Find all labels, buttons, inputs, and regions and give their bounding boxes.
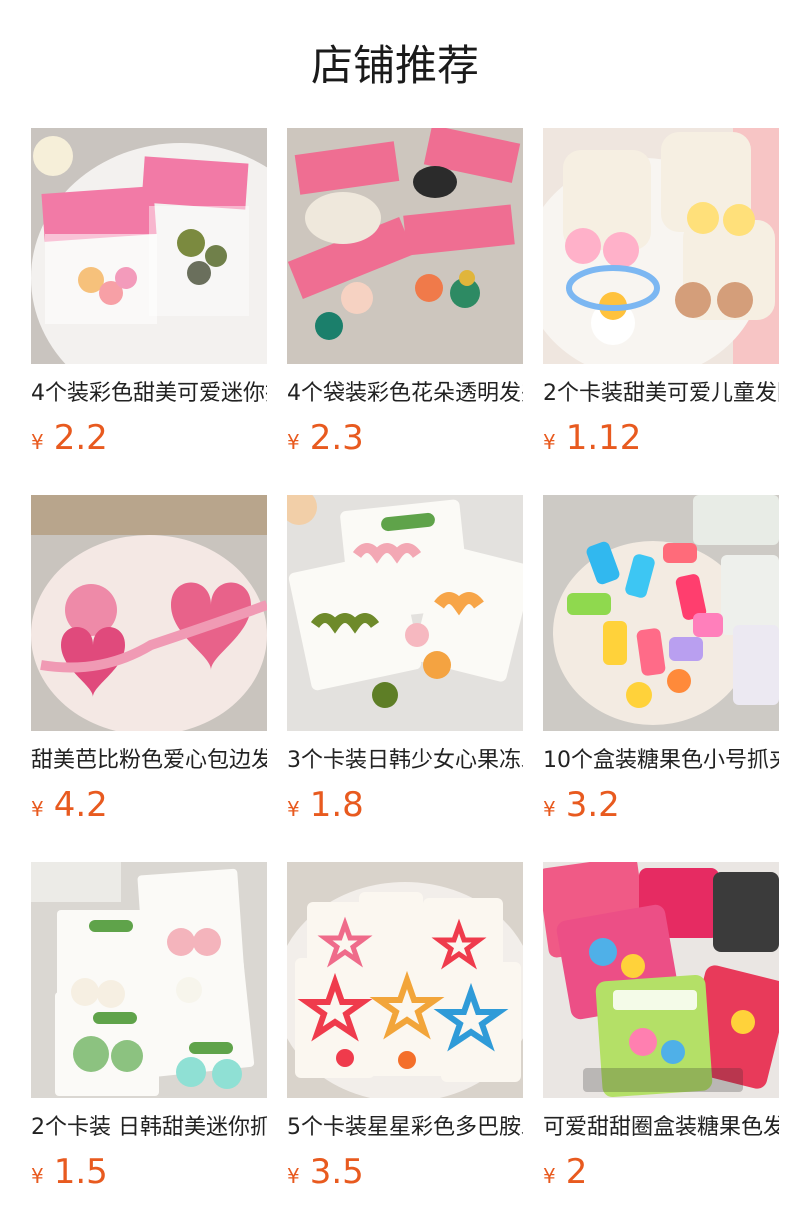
currency-symbol: ¥ xyxy=(31,1164,44,1188)
product-price: ¥3.5 xyxy=(287,1150,523,1194)
product-price: ¥3.2 xyxy=(543,783,779,827)
product-name[interactable]: 5个卡装星星彩色多巴胺发夹 xyxy=(287,1112,523,1144)
product-image[interactable] xyxy=(31,862,267,1098)
product-name[interactable]: 3个卡装日韩少女心果冻发夹 xyxy=(287,745,523,777)
product-card[interactable]: 3个卡装日韩少女心果冻发夹 ¥1.8 xyxy=(287,495,523,862)
product-card[interactable]: 可爱甜甜圈盒装糖果色发圈 ¥2 xyxy=(543,862,779,1229)
product-name[interactable]: 2个卡装 日韩甜美迷你抓夹 xyxy=(31,1112,267,1144)
product-card[interactable]: 5个卡装星星彩色多巴胺发夹 ¥3.5 xyxy=(287,862,523,1229)
product-image[interactable] xyxy=(543,128,779,364)
currency-symbol: ¥ xyxy=(543,1164,556,1188)
product-image[interactable] xyxy=(287,862,523,1098)
product-name[interactable]: 10个盒装糖果色小号抓夹 xyxy=(543,745,779,777)
product-price: ¥1.5 xyxy=(31,1150,267,1194)
product-price: ¥1.8 xyxy=(287,783,523,827)
price-value: 2.2 xyxy=(53,418,108,458)
price-value: 1.5 xyxy=(53,1152,108,1192)
product-price: ¥2.3 xyxy=(287,416,523,460)
product-name[interactable]: 可爱甜甜圈盒装糖果色发圈 xyxy=(543,1112,779,1144)
product-price: ¥2 xyxy=(543,1150,779,1194)
product-card[interactable]: 4个装彩色甜美可爱迷你抓夹 ¥2.2 xyxy=(31,128,267,495)
product-image[interactable] xyxy=(31,128,267,364)
price-value: 3.2 xyxy=(565,785,620,825)
product-card[interactable]: 4个袋装彩色花朵透明发夹 ¥2.3 xyxy=(287,128,523,495)
product-name[interactable]: 甜美芭比粉色爱心包边发绳 xyxy=(31,745,267,777)
product-image[interactable] xyxy=(543,495,779,731)
currency-symbol: ¥ xyxy=(31,797,44,821)
product-price: ¥1.12 xyxy=(543,416,779,460)
product-image[interactable] xyxy=(287,495,523,731)
product-image[interactable] xyxy=(543,862,779,1098)
product-price: ¥2.2 xyxy=(31,416,267,460)
product-image[interactable] xyxy=(287,128,523,364)
product-image[interactable] xyxy=(31,495,267,731)
page-title: 店铺推荐 xyxy=(310,41,479,90)
price-value: 2.3 xyxy=(309,418,364,458)
product-price: ¥4.2 xyxy=(31,783,267,827)
product-name[interactable]: 4个装彩色甜美可爱迷你抓夹 xyxy=(31,378,267,410)
price-value: 1.12 xyxy=(565,418,642,458)
currency-symbol: ¥ xyxy=(31,430,44,454)
currency-symbol: ¥ xyxy=(543,797,556,821)
price-value: 4.2 xyxy=(53,785,108,825)
price-value: 3.5 xyxy=(309,1152,364,1192)
product-grid: 4个装彩色甜美可爱迷你抓夹 ¥2.2 4个袋装彩色花朵透明发夹 xyxy=(31,128,779,1229)
price-value: 1.8 xyxy=(309,785,364,825)
currency-symbol: ¥ xyxy=(287,797,300,821)
currency-symbol: ¥ xyxy=(287,1164,300,1188)
product-card[interactable]: 甜美芭比粉色爱心包边发绳 ¥4.2 xyxy=(31,495,267,862)
product-card[interactable]: 2个卡装甜美可爱儿童发圈 ¥1.12 xyxy=(543,128,779,495)
currency-symbol: ¥ xyxy=(543,430,556,454)
product-card[interactable]: 2个卡装 日韩甜美迷你抓夹 ¥1.5 xyxy=(31,862,267,1229)
product-name[interactable]: 4个袋装彩色花朵透明发夹 xyxy=(287,378,523,410)
product-name[interactable]: 2个卡装甜美可爱儿童发圈 xyxy=(543,378,779,410)
currency-symbol: ¥ xyxy=(287,430,300,454)
product-card[interactable]: 10个盒装糖果色小号抓夹 ¥3.2 xyxy=(543,495,779,862)
price-value: 2 xyxy=(565,1152,588,1192)
